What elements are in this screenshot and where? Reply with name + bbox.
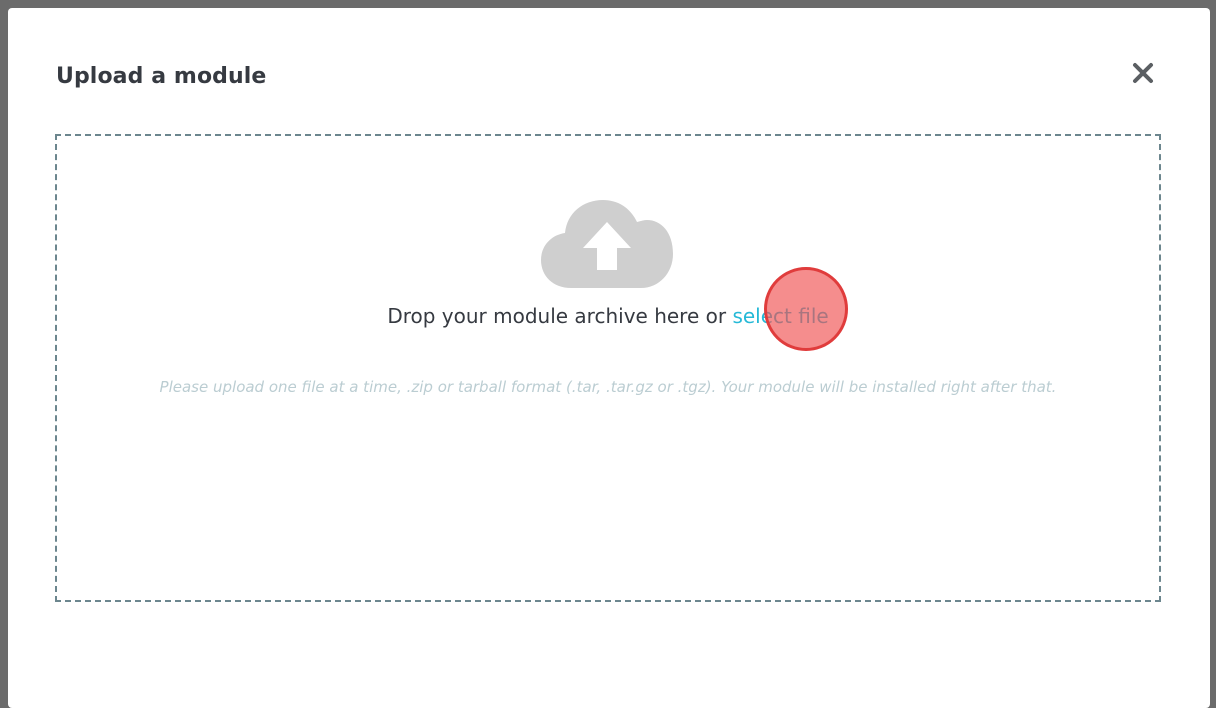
drop-prompt: Drop your module archive here or select … (57, 304, 1159, 328)
select-file-link[interactable]: select file (732, 304, 828, 328)
close-icon (1133, 63, 1153, 83)
upload-module-modal: Upload a module Drop your module archive… (8, 8, 1210, 708)
drop-prompt-text: Drop your module archive here or (387, 304, 733, 328)
module-dropzone[interactable]: Drop your module archive here or select … (55, 134, 1161, 602)
cloud-upload-icon (541, 200, 673, 288)
close-button[interactable] (1126, 56, 1160, 90)
modal-title: Upload a module (56, 64, 267, 89)
upload-help-text: Please upload one file at a time, .zip o… (159, 378, 1057, 396)
